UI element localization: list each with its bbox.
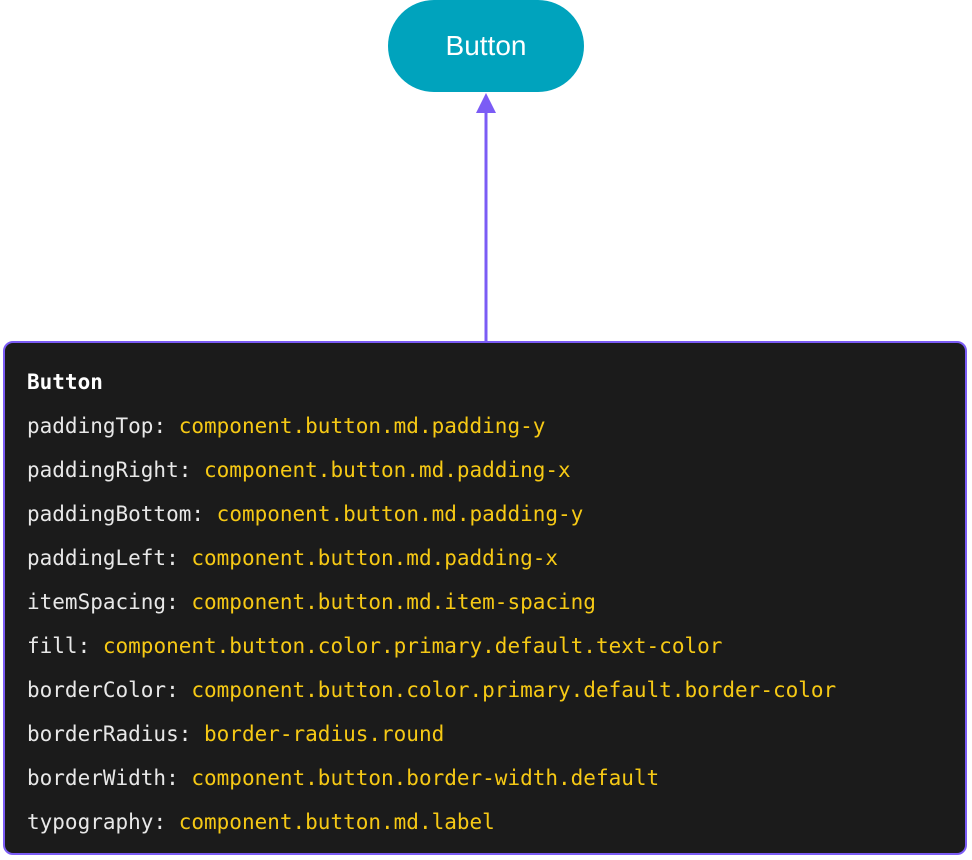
- token-value: component.button.md.label: [178, 810, 495, 834]
- property-separator: :: [166, 766, 192, 790]
- property-name: itemSpacing: [27, 590, 167, 614]
- property-separator: :: [77, 634, 103, 658]
- property-name: fill: [27, 634, 78, 658]
- property-name: typography: [27, 810, 154, 834]
- token-row-padding-left: paddingLeft: component.button.md.padding…: [27, 543, 965, 587]
- property-separator: :: [191, 502, 217, 526]
- property-separator: :: [153, 810, 179, 834]
- property-separator: :: [178, 722, 205, 746]
- property-name: paddingBottom: [27, 502, 192, 526]
- token-row-padding-bottom: paddingBottom: component.button.md.paddi…: [27, 499, 965, 543]
- property-separator: :: [166, 546, 192, 570]
- token-value: component.button.color.primary.default.t…: [102, 634, 723, 658]
- token-row-border-width: borderWidth: component.button.border-wid…: [27, 763, 965, 807]
- token-value: component.button.md.padding-x: [191, 546, 559, 570]
- token-value: component.button.md.item-spacing: [191, 590, 596, 614]
- token-row-border-radius: borderRadius: border-radius.round: [27, 719, 965, 763]
- property-name: borderWidth: [27, 766, 167, 790]
- token-row-item-spacing: itemSpacing: component.button.md.item-sp…: [27, 587, 965, 631]
- token-row-padding-top: paddingTop: component.button.md.padding-…: [27, 411, 965, 455]
- token-value: border-radius.round: [204, 722, 445, 746]
- property-separator: :: [153, 414, 179, 438]
- property-separator: :: [166, 678, 192, 702]
- property-name: borderRadius: [27, 722, 179, 746]
- token-row-fill: fill: component.button.color.primary.def…: [27, 631, 965, 675]
- token-value: component.button.md.padding-x: [204, 458, 571, 482]
- token-value: component.button.md.padding-y: [178, 414, 546, 438]
- token-value: component.button.border-width.default: [191, 766, 660, 790]
- token-value: component.button.md.padding-y: [216, 502, 584, 526]
- token-row-typography: typography: component.button.md.label: [27, 807, 965, 851]
- property-name: borderColor: [27, 678, 167, 702]
- token-diagram: Button Button paddingTop: component.butt…: [0, 0, 972, 860]
- property-name: paddingTop: [27, 414, 154, 438]
- property-name: paddingRight: [27, 458, 179, 482]
- panel-title: Button: [27, 370, 103, 394]
- property-name: paddingLeft: [27, 546, 167, 570]
- arrowhead-icon: [476, 93, 496, 113]
- token-row-padding-right: paddingRight: component.button.md.paddin…: [27, 455, 965, 499]
- token-panel: Button paddingTop: component.button.md.p…: [3, 341, 967, 855]
- token-row-border-color: borderColor: component.button.color.prim…: [27, 675, 965, 719]
- token-value: component.button.color.primary.default.b…: [191, 678, 837, 702]
- property-separator: :: [178, 458, 205, 482]
- property-separator: :: [166, 590, 192, 614]
